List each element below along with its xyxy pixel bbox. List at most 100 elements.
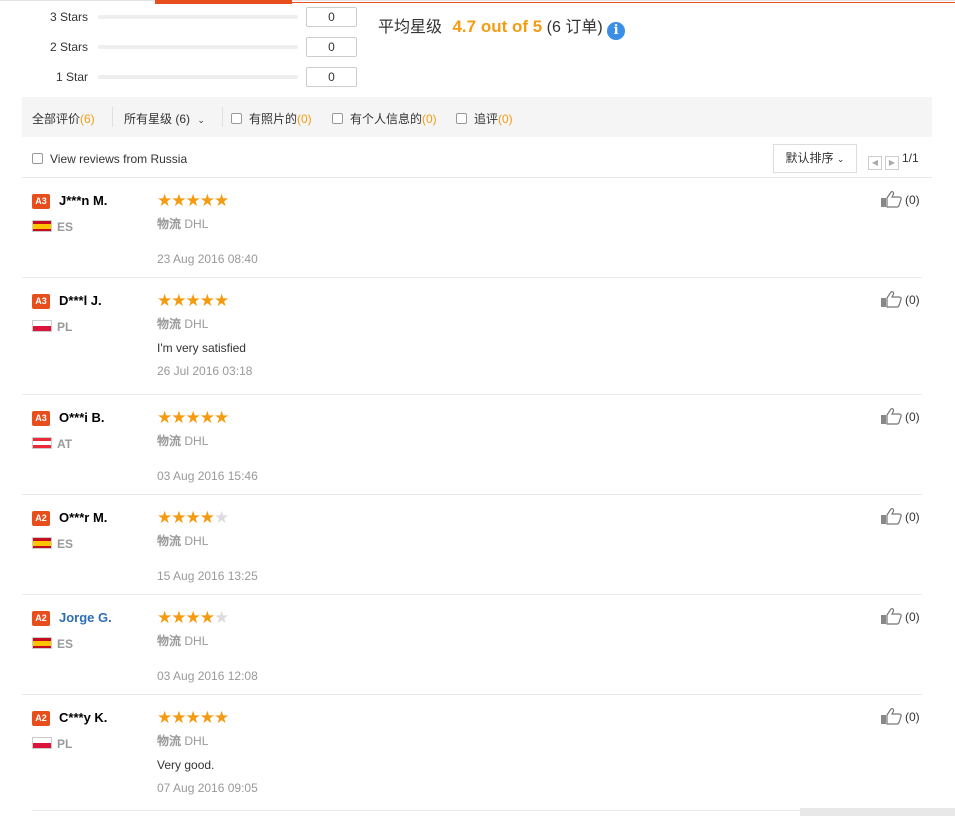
reviewer-name: J***n M.: [59, 193, 108, 208]
review-date: 23 Aug 2016 08:40: [157, 252, 258, 266]
star-icon: ★: [214, 191, 229, 210]
helpful-count: (0): [905, 293, 920, 307]
helpful-button[interactable]: (0): [880, 190, 920, 208]
buyer-level-badge: A2: [32, 611, 50, 626]
star-row-label: 2 Stars: [49, 40, 88, 54]
star-icon: ★: [171, 191, 186, 210]
star-rating: ★★★★★: [157, 191, 229, 211]
filter-followup[interactable]: 追评(0): [456, 110, 513, 127]
reviewer-name[interactable]: Jorge G.: [59, 610, 112, 625]
star-row-bar: [98, 15, 298, 19]
reviewer-name: C***y K.: [59, 710, 108, 725]
star-icon: ★: [199, 291, 215, 310]
filter-photos[interactable]: 有照片的(0): [231, 110, 312, 127]
review-text: Very good.: [157, 758, 215, 772]
logistics-info: 物流 DHL: [157, 434, 209, 448]
logistics-info: 物流 DHL: [157, 534, 209, 548]
star-icon: ★: [171, 508, 186, 527]
logistics-info: 物流 DHL: [157, 317, 209, 331]
review-date: 03 Aug 2016 12:08: [157, 669, 258, 683]
followup-checkbox[interactable]: [456, 113, 467, 124]
star-level-dropdown[interactable]: 所有星级 (6) ⌄: [124, 110, 205, 127]
reviewer-name: O***i B.: [59, 410, 105, 425]
filter-bar: 全部评价(6) 所有星级 (6) ⌄ 有照片的(0) 有个人信息的(0) 追评(…: [22, 97, 932, 137]
star-row-label: 1 Star: [55, 70, 88, 84]
logistics-info: 物流 DHL: [157, 734, 209, 748]
divider: [22, 277, 922, 278]
sort-dropdown[interactable]: 默认排序 ⌄: [773, 144, 857, 173]
personal-info-checkbox[interactable]: [332, 113, 343, 124]
helpful-button[interactable]: (0): [880, 290, 920, 308]
divider: [22, 694, 922, 695]
pager: ◀ ▶ 1/1: [868, 151, 919, 170]
helpful-button[interactable]: (0): [880, 607, 920, 625]
star-icon: ★: [199, 608, 215, 627]
star-icon: ★: [157, 408, 172, 427]
reviewer-name: O***r M.: [59, 510, 108, 525]
next-page-icon[interactable]: ▶: [885, 156, 899, 170]
star-row-count: 0: [306, 67, 357, 87]
star-icon: ★: [214, 508, 229, 527]
country-flag-icon: [32, 320, 52, 332]
country-code: PL: [57, 320, 73, 334]
star-icon: ★: [185, 191, 201, 210]
info-icon[interactable]: i: [607, 22, 626, 40]
star-icon: ★: [157, 608, 172, 627]
star-icon: ★: [199, 508, 215, 527]
helpful-button[interactable]: (0): [880, 407, 920, 425]
star-row-count: 0: [306, 37, 357, 57]
prev-page-icon[interactable]: ◀: [868, 156, 882, 170]
thumbs-up-icon: [881, 608, 902, 625]
divider: [22, 494, 922, 495]
star-icon: ★: [157, 508, 172, 527]
star-row-1: 1 Star 0: [30, 67, 370, 89]
star-icon: ★: [157, 291, 172, 310]
helpful-button[interactable]: (0): [880, 707, 920, 725]
filter-all[interactable]: 全部评价(6): [32, 110, 95, 127]
country-flag-icon: [32, 737, 52, 749]
average-value: 4.7 out of 5: [452, 17, 543, 36]
average-rating: 平均星级 4.7 out of 5 (6 订单) i: [378, 13, 626, 40]
star-icon: ★: [185, 408, 201, 427]
helpful-count: (0): [905, 410, 920, 424]
country-flag-icon: [32, 220, 52, 232]
logistics-info: 物流 DHL: [157, 634, 209, 648]
country-flag-icon: [32, 637, 52, 649]
buyer-level-badge: A3: [32, 411, 50, 426]
star-row-bar: [98, 75, 298, 79]
star-icon: ★: [185, 508, 201, 527]
star-icon: ★: [214, 608, 229, 627]
buyer-level-badge: A2: [32, 711, 50, 726]
filter-personal-info[interactable]: 有个人信息的(0): [332, 110, 437, 127]
scrollbar[interactable]: [800, 808, 955, 816]
star-rating: ★★★★★: [157, 708, 229, 728]
review-date: 15 Aug 2016 13:25: [157, 569, 258, 583]
country-code: ES: [57, 537, 74, 551]
divider: [32, 810, 932, 811]
russia-checkbox[interactable]: [32, 153, 43, 164]
helpful-button[interactable]: (0): [880, 507, 920, 525]
star-icon: ★: [199, 408, 215, 427]
photos-checkbox[interactable]: [231, 113, 242, 124]
thumbs-up-icon: [881, 291, 902, 308]
russia-filter[interactable]: View reviews from Russia: [32, 152, 187, 166]
star-icon: ★: [185, 708, 201, 727]
country-flag-icon: [32, 537, 52, 549]
star-icon: ★: [185, 291, 201, 310]
star-icon: ★: [214, 291, 229, 310]
logistics-info: 物流 DHL: [157, 217, 209, 231]
review-text: I'm very satisfied: [157, 341, 246, 355]
country-flag-icon: [32, 437, 52, 449]
country-code: AT: [57, 437, 73, 451]
chevron-down-icon: ⌄: [836, 154, 845, 164]
helpful-count: (0): [905, 510, 920, 524]
tab-underline: [0, 0, 955, 4]
star-row-bar: [98, 45, 298, 49]
country-code: ES: [57, 637, 74, 651]
country-code: PL: [57, 737, 73, 751]
helpful-count: (0): [905, 610, 920, 624]
star-icon: ★: [157, 708, 172, 727]
thumbs-up-icon: [881, 708, 902, 725]
order-count: (6 订单): [546, 19, 603, 36]
thumbs-up-icon: [881, 508, 902, 525]
